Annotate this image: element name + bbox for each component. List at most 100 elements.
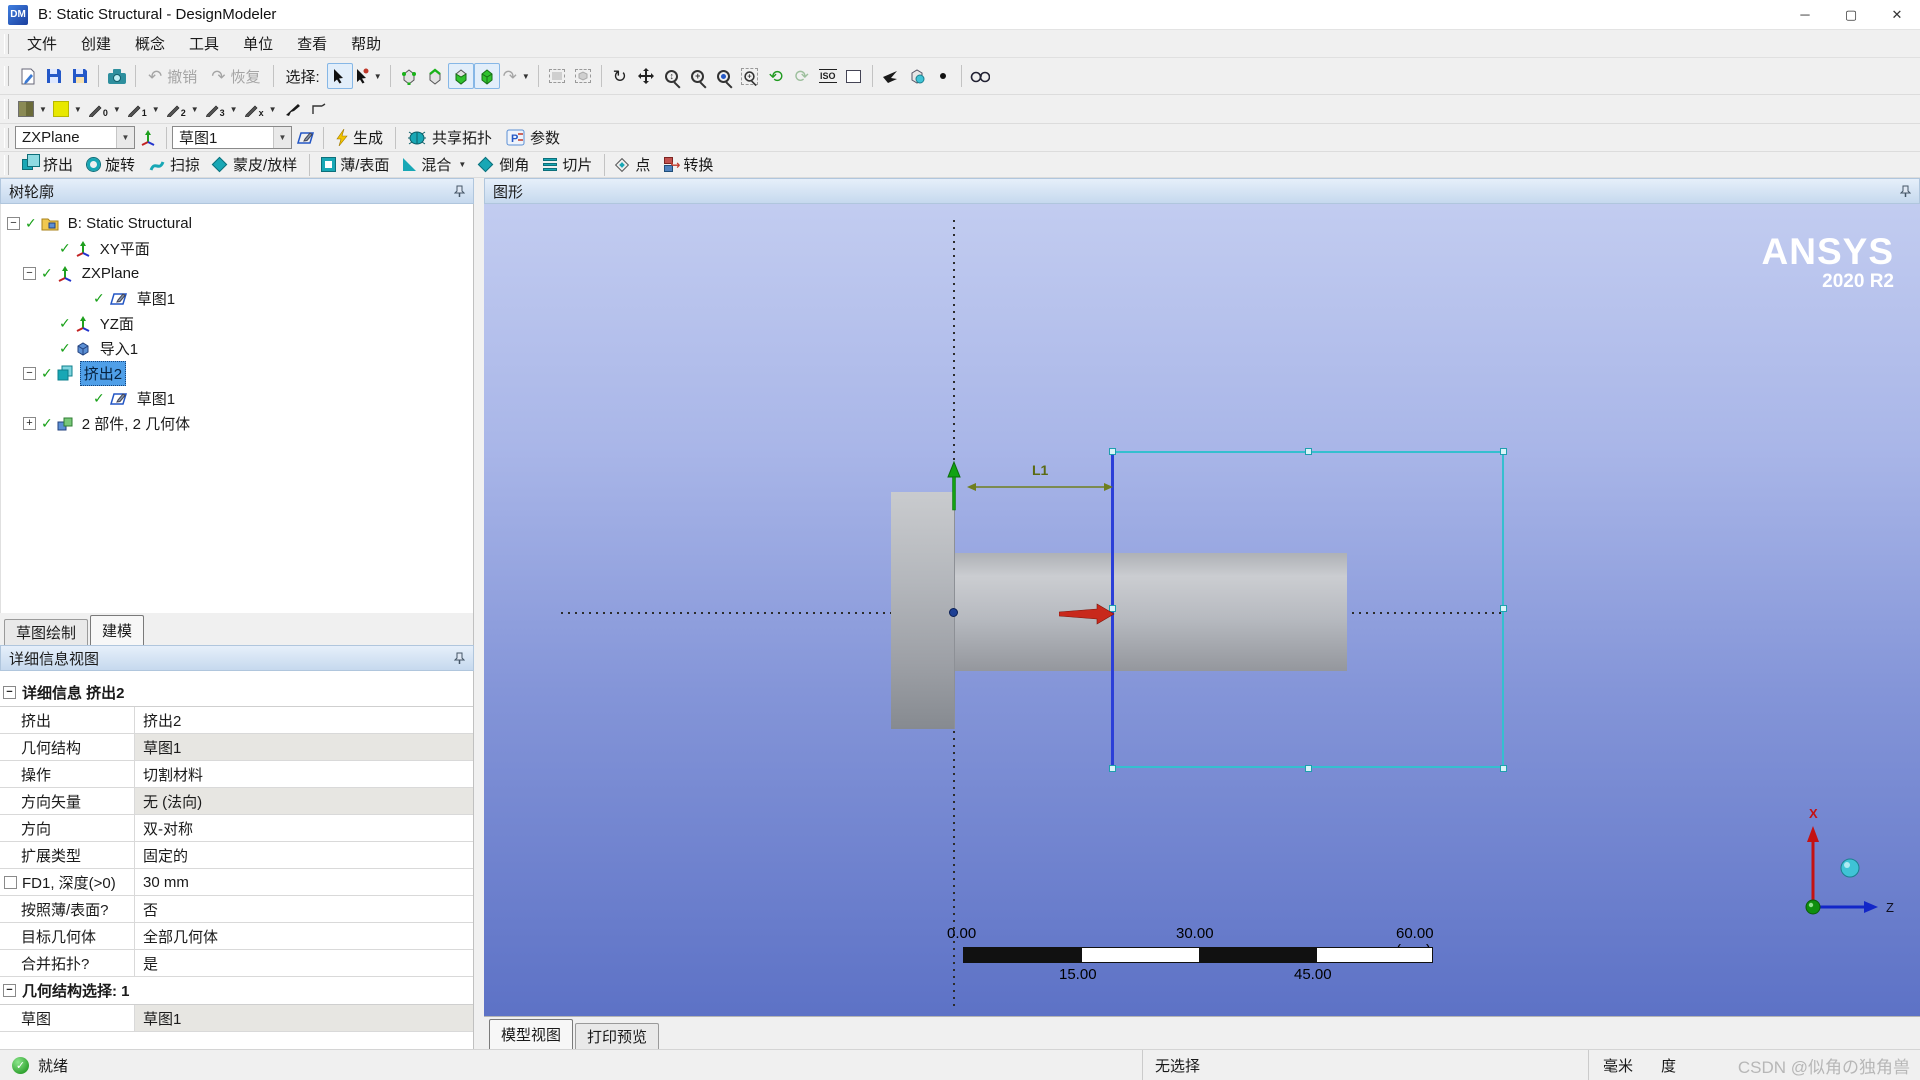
- edge-joint-3-dropdown[interactable]: 3▼: [202, 96, 241, 122]
- select-mode-dropdown[interactable]: ▼: [353, 63, 385, 89]
- menu-create[interactable]: 创建: [69, 30, 123, 57]
- orientation-triad[interactable]: X Z: [1780, 798, 1910, 928]
- tab-modeling[interactable]: 建模: [90, 615, 144, 645]
- image-capture-button[interactable]: [104, 63, 130, 89]
- edge-color-dropdown[interactable]: ▼: [50, 96, 85, 122]
- next-view-button[interactable]: ⟳: [789, 63, 815, 89]
- edge-joint-x-dropdown[interactable]: x▼: [241, 96, 280, 122]
- skin-loft-button[interactable]: 蒙皮/放样: [207, 153, 304, 177]
- property-value[interactable]: 切割材料: [135, 761, 473, 787]
- collapse-icon[interactable]: −: [3, 686, 16, 699]
- display-vertices-button[interactable]: [280, 96, 306, 122]
- select-new-button[interactable]: [327, 63, 353, 89]
- pin-icon[interactable]: [454, 652, 465, 665]
- display-edge-direction-button[interactable]: [306, 96, 332, 122]
- tree-item-yz-plane[interactable]: ✓ YZ面: [1, 311, 473, 336]
- tree-item-zx-plane[interactable]: − ✓ ZXPlane: [1, 261, 473, 286]
- tab-model-view[interactable]: 模型视图: [489, 1019, 573, 1049]
- pin-icon[interactable]: [1900, 185, 1911, 198]
- thin-surface-button[interactable]: 薄/表面: [315, 153, 396, 177]
- new-plane-button[interactable]: [135, 125, 161, 151]
- sweep-button[interactable]: 扫掠: [142, 153, 207, 177]
- undo-button[interactable]: ↶撤销: [141, 64, 204, 88]
- collapse-icon[interactable]: −: [7, 217, 20, 230]
- plane-select[interactable]: ZXPlane▼: [15, 126, 135, 149]
- revolve-button[interactable]: 旋转: [80, 153, 142, 177]
- tab-sketching[interactable]: 草图绘制: [4, 619, 88, 645]
- generate-button[interactable]: 生成: [329, 126, 390, 150]
- blend-dropdown[interactable]: 混合▼: [396, 153, 473, 177]
- redo-button[interactable]: ↷恢复: [204, 64, 267, 88]
- new-sketch-tool-button[interactable]: [292, 125, 318, 151]
- menu-tools[interactable]: 工具: [177, 30, 231, 57]
- new-sketch-button[interactable]: [15, 63, 41, 89]
- menu-help[interactable]: 帮助: [339, 30, 393, 57]
- tree-item-sketch1-child[interactable]: ✓ 草图1: [1, 386, 473, 411]
- parameter-checkbox[interactable]: [4, 876, 17, 889]
- sketch-handle[interactable]: [1109, 448, 1116, 455]
- chamfer-button[interactable]: 倒角: [473, 153, 536, 177]
- property-value[interactable]: 草图1: [135, 734, 473, 760]
- collapse-icon[interactable]: −: [3, 984, 16, 997]
- filter-edge-button[interactable]: [422, 63, 448, 89]
- property-value[interactable]: 双-对称: [135, 815, 473, 841]
- menu-view[interactable]: 查看: [285, 30, 339, 57]
- property-value[interactable]: 是: [135, 950, 473, 976]
- extend-selection-dropdown[interactable]: ↷▼: [500, 63, 533, 89]
- sketch-handle[interactable]: [1109, 765, 1116, 772]
- graphics-viewport[interactable]: ANSYS 2020 R2 L1 0.00 30.00 60.00 (mm) 1…: [484, 204, 1920, 1016]
- property-value[interactable]: 固定的: [135, 842, 473, 868]
- model-flange-body[interactable]: [891, 492, 955, 729]
- display-plane-button[interactable]: [878, 63, 904, 89]
- sketch-select[interactable]: 草图1▼: [172, 126, 292, 149]
- tree-item-sketch1[interactable]: ✓ 草图1: [1, 286, 473, 311]
- pan-button[interactable]: [633, 63, 659, 89]
- dimension-line[interactable]: [967, 480, 1113, 494]
- sketch-handle[interactable]: [1305, 448, 1312, 455]
- property-value[interactable]: 全部几何体: [135, 923, 473, 949]
- magnifier-window-button[interactable]: [711, 63, 737, 89]
- slice-button[interactable]: 切片: [536, 153, 599, 177]
- collapse-icon[interactable]: −: [23, 367, 36, 380]
- tree-item-project[interactable]: − ✓ B: Static Structural: [1, 211, 473, 236]
- menu-file[interactable]: 文件: [15, 30, 69, 57]
- sketch-handle[interactable]: [1500, 765, 1507, 772]
- property-value[interactable]: 挤出2: [135, 707, 473, 733]
- filter-vertex-button[interactable]: [396, 63, 422, 89]
- property-value[interactable]: 无 (法向): [135, 788, 473, 814]
- rotate-button[interactable]: ↻: [607, 63, 633, 89]
- display-points-button[interactable]: [930, 63, 956, 89]
- menu-units[interactable]: 单位: [231, 30, 285, 57]
- menu-concept[interactable]: 概念: [123, 30, 177, 57]
- close-button[interactable]: ✕: [1874, 0, 1920, 29]
- edge-joint-0-dropdown[interactable]: 0▼: [85, 96, 124, 122]
- box-zoom-button[interactable]: +: [737, 63, 763, 89]
- dimension-label[interactable]: L1: [1032, 462, 1048, 478]
- property-value[interactable]: 否: [135, 896, 473, 922]
- minimize-button[interactable]: ─: [1782, 0, 1828, 29]
- collapse-icon[interactable]: −: [23, 267, 36, 280]
- expand-icon[interactable]: +: [23, 417, 36, 430]
- tree-item-xy-plane[interactable]: ✓ XY平面: [1, 236, 473, 261]
- maximize-button[interactable]: ▢: [1828, 0, 1874, 29]
- property-value[interactable]: 草图1: [135, 1005, 473, 1031]
- save-button[interactable]: [41, 63, 67, 89]
- tree-item-extrude2[interactable]: − ✓ 挤出2: [1, 361, 473, 386]
- save-as-button[interactable]: [67, 63, 93, 89]
- sketch-handle[interactable]: [1305, 765, 1312, 772]
- tree-item-parts-bodies[interactable]: + ✓ 2 部件, 2 几何体: [1, 411, 473, 436]
- box-select-button[interactable]: [544, 63, 570, 89]
- edge-joint-1-dropdown[interactable]: 1▼: [124, 96, 163, 122]
- view-settings-button[interactable]: [841, 63, 867, 89]
- parameters-button[interactable]: P参数: [499, 126, 567, 150]
- extrude-button[interactable]: 挤出: [15, 153, 80, 177]
- convert-button[interactable]: ↪转换: [657, 153, 720, 177]
- tab-print-preview[interactable]: 打印预览: [575, 1023, 659, 1049]
- edge-joint-2-dropdown[interactable]: 2▼: [163, 96, 202, 122]
- zoom-button[interactable]: ↕: [659, 63, 685, 89]
- face-color-dropdown[interactable]: ▼: [15, 96, 50, 122]
- pin-icon[interactable]: [454, 185, 465, 198]
- display-mode-button[interactable]: [967, 63, 993, 89]
- look-at-face-button[interactable]: [904, 63, 930, 89]
- sketch-selection-rectangle[interactable]: [1112, 451, 1504, 768]
